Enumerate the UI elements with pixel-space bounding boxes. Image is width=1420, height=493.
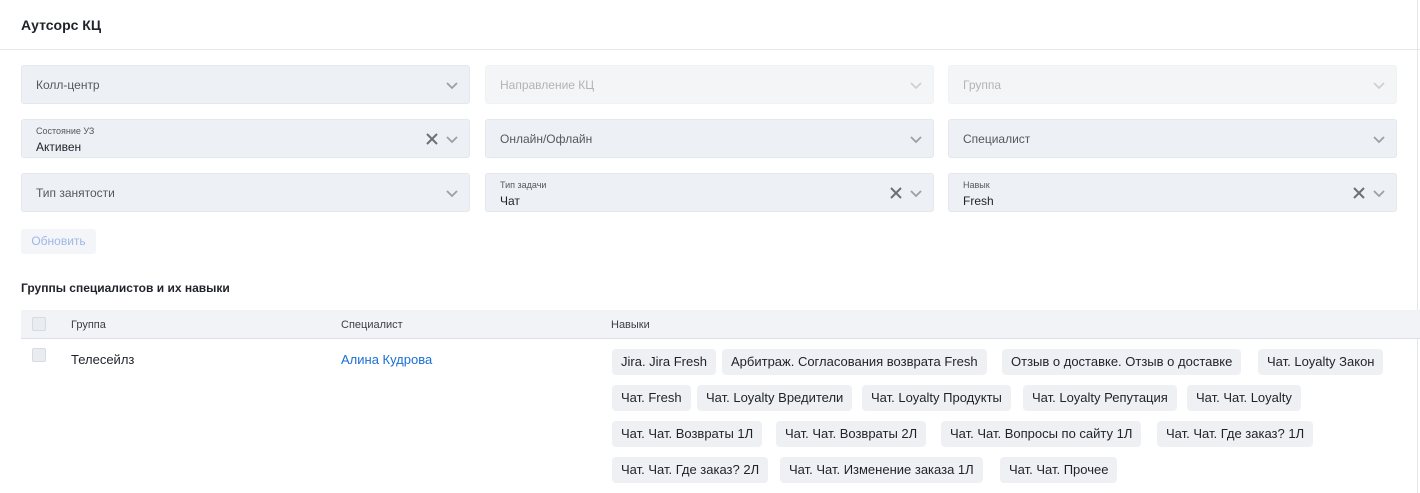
skill-tag: Чат. Loyalty Вредители bbox=[697, 385, 853, 411]
direction-select[interactable]: Направление КЦ bbox=[485, 65, 934, 104]
row-group: Телесейлз bbox=[71, 352, 135, 367]
skill-tag: Отзыв о доставке. Отзыв о доставке bbox=[1002, 349, 1242, 375]
column-header-group[interactable]: Группа bbox=[71, 319, 106, 331]
skill-tag: Чат. Чат. Loyalty bbox=[1187, 385, 1301, 411]
skill-tag: Чат. Чат. Прочее bbox=[1000, 457, 1118, 483]
skill-tag: Чат. Loyalty Закон bbox=[1258, 349, 1384, 375]
page-header: Аутсорс КЦ bbox=[0, 0, 1420, 50]
skill-tag: Jira. Jira Fresh bbox=[612, 349, 716, 375]
call-center-placeholder: Колл-центр bbox=[36, 78, 100, 92]
row-checkbox[interactable] bbox=[32, 348, 46, 362]
close-icon[interactable] bbox=[1352, 186, 1366, 200]
employment-select[interactable]: Тип занятости bbox=[21, 173, 470, 212]
state-label: Состояние УЗ bbox=[36, 126, 95, 136]
page-title: Аутсорс КЦ bbox=[21, 17, 102, 33]
select-all-checkbox[interactable] bbox=[32, 317, 46, 331]
skill-value: Fresh bbox=[963, 194, 994, 208]
skill-tag: Чат. Чат. Изменение заказа 1Л bbox=[780, 457, 983, 483]
skill-tag: Арбитраж. Согласования возврата Fresh bbox=[722, 349, 987, 375]
direction-placeholder: Направление КЦ bbox=[500, 78, 595, 92]
skill-tag: Чат. Fresh bbox=[612, 385, 691, 411]
close-icon[interactable] bbox=[425, 132, 439, 146]
skill-tag: Чат. Чат. Возвраты 2Л bbox=[776, 421, 927, 447]
skill-select[interactable]: Навык Fresh bbox=[948, 173, 1397, 212]
skill-label: Навык bbox=[963, 180, 990, 190]
skill-tag: Чат. Чат. Где заказ? 2Л bbox=[612, 457, 769, 483]
skill-tag: Чат. Loyalty Репутация bbox=[1023, 385, 1177, 411]
skill-tag: Чат. Loyalty Продукты bbox=[862, 385, 1011, 411]
column-header-skills[interactable]: Навыки bbox=[611, 319, 650, 331]
specialist-placeholder: Специалист bbox=[963, 132, 1031, 146]
online-placeholder: Онлайн/Офлайн bbox=[500, 132, 593, 146]
state-value: Активен bbox=[36, 140, 82, 154]
call-center-select[interactable]: Колл-центр bbox=[21, 65, 470, 104]
chevron-down-icon[interactable] bbox=[445, 133, 459, 145]
skill-tag: Чат. Чат. Возвраты 1Л bbox=[612, 421, 763, 447]
task-type-select[interactable]: Тип задачи Чат bbox=[485, 173, 934, 212]
state-select[interactable]: Состояние УЗ Активен bbox=[21, 119, 470, 158]
column-header-specialist[interactable]: Специалист bbox=[341, 319, 403, 331]
group-placeholder: Группа bbox=[963, 78, 1002, 92]
chevron-down-icon[interactable] bbox=[1372, 133, 1386, 145]
refresh-button[interactable]: Обновить bbox=[21, 229, 96, 254]
specialist-select[interactable]: Специалист bbox=[948, 119, 1397, 158]
close-icon[interactable] bbox=[889, 186, 903, 200]
section-title: Группы специалистов и их навыки bbox=[21, 281, 230, 295]
chevron-down-icon[interactable] bbox=[445, 187, 459, 199]
task-type-label: Тип задачи bbox=[500, 180, 547, 190]
chevron-down-icon[interactable] bbox=[909, 133, 923, 145]
chevron-down-icon[interactable] bbox=[909, 79, 923, 91]
skill-tag: Чат. Чат. Где заказ? 1Л bbox=[1157, 421, 1314, 447]
employment-placeholder: Тип занятости bbox=[36, 186, 115, 200]
specialist-link[interactable]: Алина Кудрова bbox=[341, 352, 432, 367]
chevron-down-icon[interactable] bbox=[1372, 79, 1386, 91]
chevron-down-icon[interactable] bbox=[909, 187, 923, 199]
task-type-value: Чат bbox=[500, 194, 520, 208]
group-select[interactable]: Группа bbox=[948, 65, 1397, 104]
panel-border bbox=[1417, 0, 1418, 493]
online-select[interactable]: Онлайн/Офлайн bbox=[485, 119, 934, 158]
chevron-down-icon[interactable] bbox=[445, 79, 459, 91]
skill-tag: Чат. Чат. Вопросы по сайту 1Л bbox=[941, 421, 1142, 447]
table-header: Группа Специалист Навыки bbox=[21, 310, 1420, 339]
chevron-down-icon[interactable] bbox=[1372, 187, 1386, 199]
